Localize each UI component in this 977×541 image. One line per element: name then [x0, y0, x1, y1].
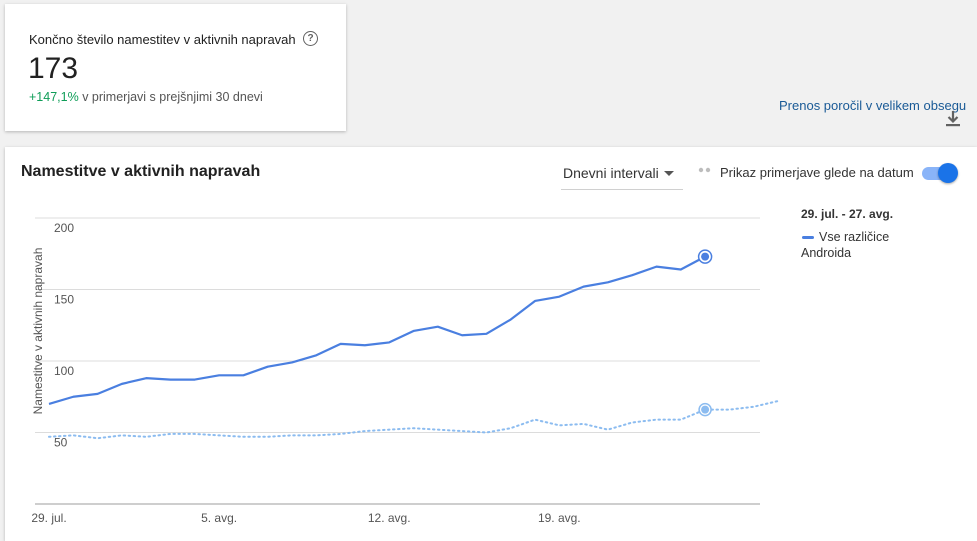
- summary-value: 173: [28, 52, 79, 85]
- x-tick-label: 5. avg.: [201, 511, 237, 525]
- x-tick-label: 12. avg.: [368, 511, 411, 525]
- download-icon[interactable]: [944, 110, 962, 128]
- y-axis-label: Namestitve v aktivnih napravah: [31, 248, 45, 415]
- primary-end-marker-dot: [701, 252, 710, 261]
- primary-series-line: [48, 255, 706, 405]
- summary-card: Končno število namestitev v aktivnih nap…: [5, 4, 346, 131]
- x-tick-label: 29. jul.: [31, 511, 66, 525]
- y-tick-label: 100: [54, 364, 74, 378]
- comparison-end-marker-dot: [701, 405, 710, 414]
- summary-title: Končno število namestitev v aktivnih nap…: [29, 32, 296, 47]
- summary-delta: +147,1% v primerjavi s prejšnjimi 30 dne…: [29, 90, 263, 104]
- legend-series-label[interactable]: Vse različice Androida: [801, 229, 911, 261]
- y-tick-label: 200: [54, 221, 74, 235]
- y-tick-label: 50: [54, 436, 68, 450]
- bulk-report-download-link[interactable]: Prenos poročil v velikem obsegu: [779, 98, 966, 113]
- delta-text: v primerjavi s prejšnjimi 30 dnevi: [82, 90, 263, 104]
- chart-card: Namestitve v aktivnih napravah Dnevni in…: [5, 147, 977, 541]
- legend-date-range: 29. jul. - 27. avg.: [801, 207, 894, 221]
- x-tick-label: 19. avg.: [538, 511, 581, 525]
- y-tick-label: 150: [54, 293, 74, 307]
- question-circle-icon[interactable]: ?: [303, 31, 318, 46]
- delta-percentage: +147,1%: [29, 90, 79, 104]
